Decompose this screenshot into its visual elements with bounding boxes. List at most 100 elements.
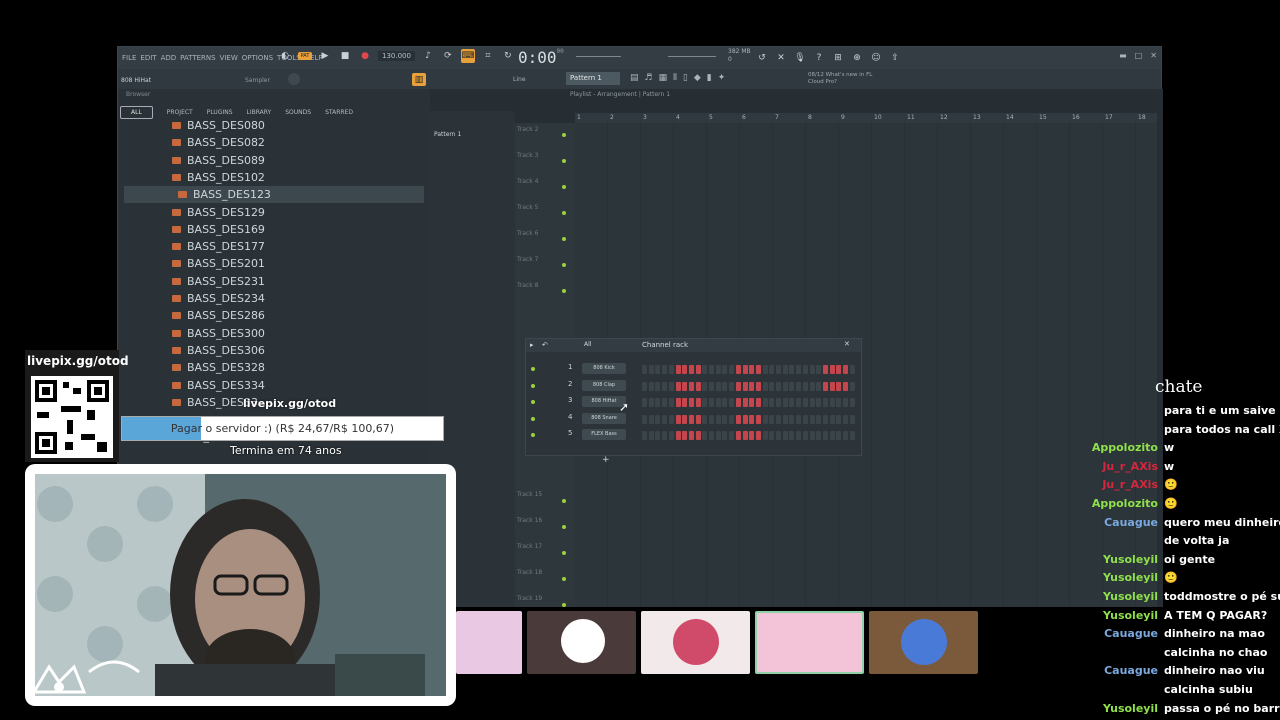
track-led-icon[interactable]: [562, 263, 566, 267]
step-button[interactable]: [735, 381, 741, 391]
track-label[interactable]: Track 5: [517, 204, 538, 211]
step-button[interactable]: [722, 381, 728, 391]
step-button[interactable]: [702, 414, 708, 424]
maximize-icon[interactable]: □: [1135, 51, 1143, 60]
menu-view[interactable]: VIEW: [220, 54, 238, 62]
step-button[interactable]: [849, 365, 855, 374]
step-button[interactable]: [715, 398, 721, 407]
step-button[interactable]: [682, 431, 688, 440]
step-button[interactable]: [769, 365, 775, 374]
step-button[interactable]: [816, 365, 822, 374]
step-button[interactable]: [662, 398, 668, 407]
step-button[interactable]: [662, 365, 668, 374]
browser-item[interactable]: BASS_DES300: [172, 325, 265, 342]
chat-username[interactable]: Cauague: [1104, 627, 1158, 640]
step-button[interactable]: [755, 381, 761, 391]
tab-sounds[interactable]: SOUNDS: [285, 109, 311, 116]
step-button[interactable]: [668, 398, 674, 407]
step-button[interactable]: [709, 381, 714, 391]
wait-icon[interactable]: ⟳: [441, 49, 455, 63]
step-button[interactable]: [796, 398, 802, 407]
step-button[interactable]: [682, 414, 688, 424]
menu-edit[interactable]: EDIT: [140, 54, 156, 62]
step-button[interactable]: [809, 431, 815, 440]
step-button[interactable]: [709, 365, 714, 374]
step-button[interactable]: [822, 414, 828, 424]
tab-starred[interactable]: STARRED: [325, 109, 353, 116]
track-label[interactable]: Track 15: [517, 491, 542, 498]
playlist-icon[interactable]: ▤: [630, 73, 639, 83]
step-button[interactable]: [742, 431, 748, 440]
step-button[interactable]: [722, 414, 728, 424]
step-button[interactable]: [702, 398, 708, 407]
step-button[interactable]: [789, 414, 795, 424]
step-button[interactable]: [836, 365, 842, 374]
step-button[interactable]: [843, 381, 848, 391]
step-button[interactable]: [762, 381, 768, 391]
step-button[interactable]: [655, 365, 661, 374]
step-button[interactable]: [776, 414, 781, 424]
step-button[interactable]: [675, 381, 681, 391]
step-button[interactable]: [648, 398, 654, 407]
step-button[interactable]: [749, 398, 755, 407]
track-label[interactable]: Track 19: [517, 595, 542, 602]
step-button[interactable]: [655, 398, 661, 407]
knob-icon[interactable]: [288, 73, 300, 85]
step-button[interactable]: [729, 365, 735, 374]
add-channel-button[interactable]: +: [602, 455, 610, 465]
step-button[interactable]: [755, 365, 761, 374]
step-button[interactable]: [755, 414, 761, 424]
track-led-icon[interactable]: [562, 289, 566, 293]
browser-item[interactable]: BASS_DES231: [172, 273, 265, 290]
step-button[interactable]: [762, 431, 768, 440]
step-button[interactable]: [849, 398, 855, 407]
step-button[interactable]: [782, 381, 788, 391]
step-button[interactable]: [709, 431, 714, 440]
step-button[interactable]: [682, 365, 688, 374]
browser-item[interactable]: BASS_DES334: [172, 377, 265, 394]
mixer-view-icon[interactable]: ⫴: [673, 73, 677, 83]
step-button[interactable]: [769, 431, 775, 440]
step-button[interactable]: [776, 431, 781, 440]
group-filter[interactable]: All: [584, 341, 591, 348]
step-button[interactable]: [668, 381, 674, 391]
project-icon[interactable]: ▮: [707, 73, 712, 83]
step-button[interactable]: [735, 365, 741, 374]
step-button[interactable]: [735, 398, 741, 407]
step-button[interactable]: [709, 414, 714, 424]
snap-line[interactable]: Line: [513, 76, 526, 83]
step-button[interactable]: [769, 381, 775, 391]
step-button[interactable]: [789, 431, 795, 440]
chat-username[interactable]: Yusoleyil: [1103, 702, 1158, 715]
step-button[interactable]: [729, 431, 735, 440]
step-button[interactable]: [675, 431, 681, 440]
step-button[interactable]: [715, 365, 721, 374]
timeline-ruler[interactable]: 1 2 3 4 5 6 7 8 9 10 11 12 13 14 15 16 17 18: [575, 113, 1157, 123]
step-button[interactable]: [709, 398, 714, 407]
track-led-icon[interactable]: [562, 237, 566, 241]
step-button[interactable]: [688, 431, 694, 440]
step-button[interactable]: [776, 365, 781, 374]
step-button[interactable]: [802, 365, 808, 374]
menu-patterns[interactable]: PATTERNS: [180, 54, 215, 62]
step-button[interactable]: [675, 398, 681, 407]
track-led-icon[interactable]: [562, 211, 566, 215]
step-button[interactable]: [802, 414, 808, 424]
step-button[interactable]: [668, 431, 674, 440]
step-button[interactable]: [695, 431, 701, 440]
pattern-item[interactable]: Pattern 1: [434, 131, 461, 138]
chat-username[interactable]: Ju_r_AXis: [1102, 478, 1158, 491]
step-button[interactable]: [802, 381, 808, 391]
track-label[interactable]: Track 17: [517, 543, 542, 550]
browser-item[interactable]: BASS_DES102: [172, 169, 265, 186]
step-button[interactable]: [715, 431, 721, 440]
track-led-icon[interactable]: [562, 185, 566, 189]
step-button[interactable]: [762, 398, 768, 407]
export-icon[interactable]: ⇧: [888, 51, 902, 65]
step-button[interactable]: [789, 381, 795, 391]
step-button[interactable]: [648, 414, 654, 424]
step-button[interactable]: [702, 381, 708, 391]
step-button[interactable]: [695, 365, 701, 374]
channel-name-button[interactable]: FLEX Bass: [582, 429, 626, 440]
step-button[interactable]: [796, 365, 802, 374]
